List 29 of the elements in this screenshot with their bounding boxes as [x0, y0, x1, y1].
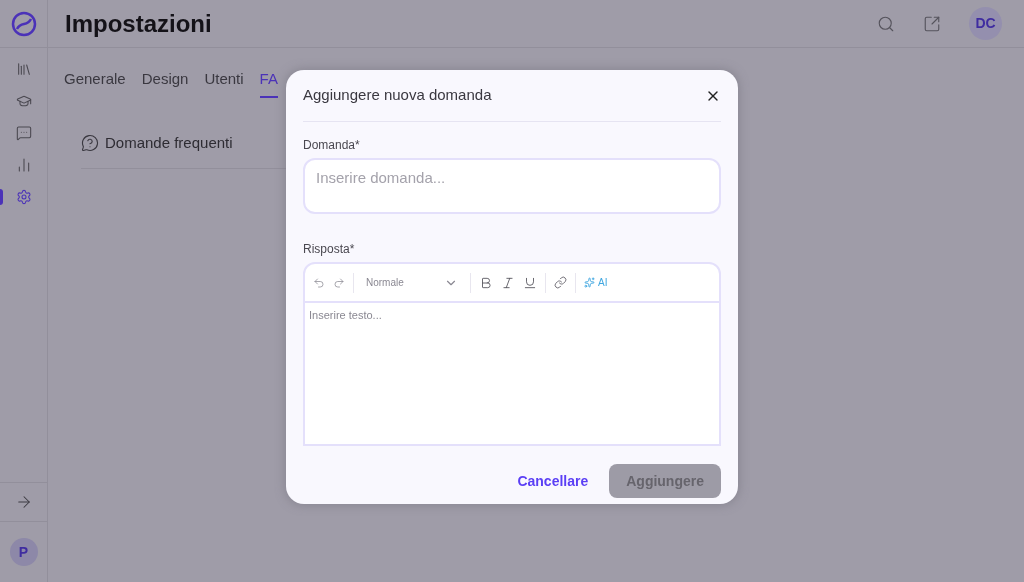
italic-icon[interactable] — [501, 275, 515, 290]
tab[interactable]: Design — [141, 68, 189, 98]
field-label: Risposta* — [303, 241, 356, 258]
tab[interactable]: Generale — [64, 68, 126, 98]
settings-icon[interactable] — [15, 189, 32, 205]
external-link-icon[interactable] — [923, 14, 941, 33]
undo-icon[interactable] — [313, 276, 325, 289]
graduation-cap-icon[interactable] — [15, 93, 32, 109]
tab[interactable]: FA — [259, 68, 278, 98]
field-label: Domanda* — [303, 137, 361, 154]
books-icon[interactable] — [15, 61, 32, 77]
page-title: Impostazioni — [65, 8, 212, 39]
sparkles-icon — [584, 277, 595, 288]
section-title: Domande frequenti — [105, 132, 233, 153]
redo-icon[interactable] — [333, 276, 345, 289]
ai-button[interactable]: AI — [584, 275, 608, 290]
link-icon[interactable] — [554, 276, 567, 289]
user-avatar[interactable]: P — [9, 538, 38, 566]
answer-field[interactable]: Inserire testo... — [303, 303, 721, 446]
logo-icon — [10, 10, 37, 37]
user-avatar[interactable]: DC — [969, 7, 1002, 40]
cancel-button[interactable]: Cancellare — [517, 464, 589, 498]
bold-icon[interactable] — [479, 275, 493, 290]
question-field[interactable]: Inserire domanda... — [303, 158, 721, 214]
search-icon[interactable] — [877, 14, 895, 33]
tab[interactable]: Utenti — [204, 68, 244, 98]
modal-title: Aggiungere nuova domanda — [303, 85, 492, 106]
text-style-select[interactable]: Normale — [362, 275, 462, 290]
underline-icon[interactable] — [523, 275, 537, 290]
